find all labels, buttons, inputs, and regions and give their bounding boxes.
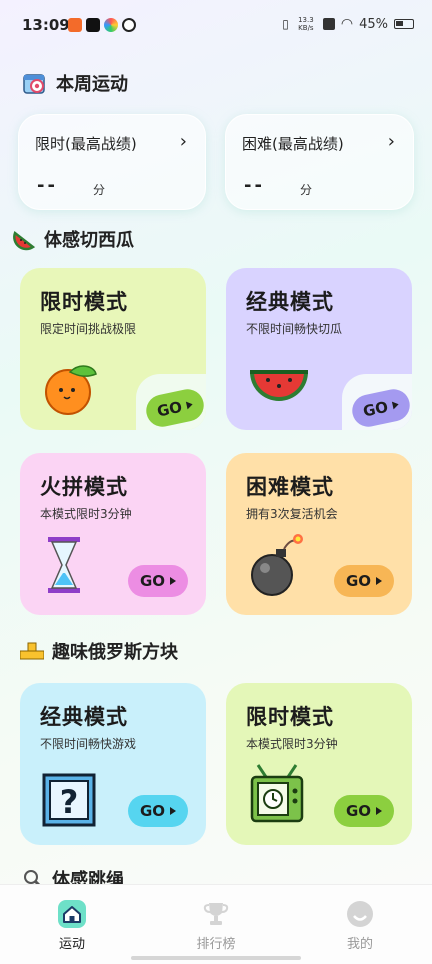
play-arrow-icon — [376, 577, 383, 585]
chevron-right-icon: › — [387, 131, 395, 152]
app-notification-icon — [122, 18, 136, 32]
go-button[interactable]: GO — [128, 795, 188, 827]
wifi-icon: ◠ — [340, 16, 354, 32]
hourglass-icon — [48, 537, 80, 593]
notification-icons — [68, 18, 136, 32]
app-notification-icon — [68, 18, 82, 32]
tetris-section-title: 趣味俄罗斯方块 — [20, 638, 178, 664]
nav-item-sport[interactable]: 运动 — [32, 899, 112, 952]
nav-label: 我的 — [346, 937, 373, 952]
go-label: GO — [139, 572, 166, 590]
tetris-classic-mode-card[interactable]: 经典模式 不限时间畅快游戏 ? GO — [20, 683, 206, 845]
go-button[interactable]: GO — [128, 565, 188, 597]
weekly-card-hard[interactable]: 困难(最高战绩) › -- 分 — [225, 114, 414, 210]
chevron-right-icon: › — [179, 131, 187, 152]
calendar-target-icon — [23, 74, 45, 94]
app-notification-icon — [104, 18, 118, 32]
mode-subtitle: 本模式限时3分钟 — [246, 737, 338, 751]
weekly-card-unit: 分 — [300, 183, 313, 197]
bomb-icon — [251, 534, 303, 596]
weekly-card-unit: 分 — [93, 183, 106, 197]
watermelon-icon — [250, 370, 308, 401]
watermelon-slice-icon — [13, 230, 36, 251]
profile-icon — [347, 901, 373, 927]
mode-subtitle: 不限时间畅快游戏 — [40, 737, 137, 751]
status-time: 13:09 — [22, 16, 70, 34]
watermelon-classic-mode-card[interactable]: 经典模式 不限时间畅快切瓜 GO — [226, 268, 412, 430]
trophy-icon — [203, 903, 229, 925]
weekly-card-value: -- — [37, 175, 58, 196]
nav-item-leaderboard[interactable]: 排行榜 — [176, 899, 256, 952]
nav-label: 排行榜 — [196, 937, 236, 952]
network-speed: 13.3 KB/s — [298, 16, 314, 32]
mode-subtitle: 本模式限时3分钟 — [40, 507, 132, 521]
tetris-timed-mode-card[interactable]: 限时模式 本模式限时3分钟 GO — [226, 683, 412, 845]
go-button[interactable]: GO — [334, 795, 394, 827]
weekly-card-value: -- — [244, 175, 265, 196]
go-label: GO — [345, 802, 372, 820]
play-arrow-icon — [185, 400, 194, 410]
weekly-section-title: 本周运动 — [22, 70, 128, 96]
svg-text:?: ? — [60, 783, 79, 821]
watermelon-hard-mode-card[interactable]: 困难模式 拥有3次复活机会 GO — [226, 453, 412, 615]
watermelon-section-title: 体感切西瓜 — [12, 226, 134, 252]
nav-label: 运动 — [58, 937, 85, 952]
vibrate-icon: ▯ — [282, 17, 289, 31]
mode-subtitle: 拥有3次复活机会 — [246, 507, 338, 521]
mode-title: 限时模式 — [40, 290, 128, 314]
tetris-title: 趣味俄罗斯方块 — [52, 642, 178, 663]
watermelon-battle-mode-card[interactable]: 火拼模式 本模式限时3分钟 GO — [20, 453, 206, 615]
mode-subtitle: 限定时间挑战极限 — [40, 322, 137, 336]
nav-item-profile[interactable]: 我的 — [320, 899, 400, 952]
go-label: GO — [155, 397, 184, 421]
mode-title: 经典模式 — [246, 290, 334, 314]
go-label: GO — [345, 572, 372, 590]
battery-percent: 45% — [359, 16, 388, 32]
mode-subtitle: 不限时间畅快切瓜 — [246, 322, 343, 336]
go-label: GO — [361, 397, 390, 421]
play-arrow-icon — [391, 400, 400, 410]
mode-title: 经典模式 — [40, 705, 128, 729]
mode-title: 火拼模式 — [40, 475, 128, 499]
weekly-title: 本周运动 — [56, 74, 128, 95]
bottom-nav: 运动 排行榜 我的 — [0, 884, 432, 964]
tv-icon — [250, 764, 304, 823]
question-block-icon: ? — [42, 773, 96, 827]
watermelon-title: 体感切西瓜 — [44, 230, 134, 251]
play-arrow-icon — [376, 807, 383, 815]
play-arrow-icon — [170, 807, 177, 815]
mode-title: 限时模式 — [246, 705, 334, 729]
go-label: GO — [139, 802, 166, 820]
play-arrow-icon — [170, 577, 177, 585]
tiktok-icon — [86, 18, 100, 32]
home-icon — [58, 900, 86, 928]
data-saver-icon — [322, 18, 335, 30]
tetris-block-icon — [20, 642, 44, 660]
mode-title: 困难模式 — [246, 475, 334, 499]
weekly-card-label: 困难(最高战绩) — [242, 135, 344, 153]
battery-icon — [394, 19, 414, 29]
go-button[interactable]: GO — [334, 565, 394, 597]
home-indicator[interactable] — [131, 956, 301, 960]
watermelon-timed-mode-card[interactable]: 限时模式 限定时间挑战极限 GO — [20, 268, 206, 430]
weekly-card-label: 限时(最高战绩) — [35, 135, 137, 153]
weekly-card-timed[interactable]: 限时(最高战绩) › -- 分 — [18, 114, 206, 210]
orange-icon — [45, 365, 97, 415]
status-bar: 13:09 ▯ 13.3 KB/s ◠ 45% — [0, 0, 432, 52]
